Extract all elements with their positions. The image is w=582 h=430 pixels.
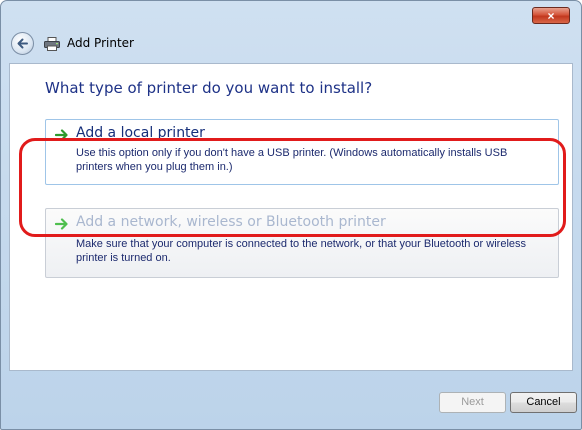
add-printer-window: × Add Printer What type of printer do yo…: [0, 0, 582, 430]
printer-icon: [44, 37, 60, 51]
next-button[interactable]: Next: [439, 392, 506, 413]
page-heading: What type of printer do you want to inst…: [45, 79, 373, 97]
close-icon: ×: [547, 9, 555, 23]
back-button[interactable]: [11, 32, 34, 55]
option-label: Add a network, wireless or Bluetooth pri…: [76, 214, 386, 230]
add-local-printer-option[interactable]: Add a local printer Use this option only…: [45, 119, 559, 185]
wizard-content: What type of printer do you want to inst…: [9, 63, 573, 371]
green-arrow-icon: [55, 129, 68, 141]
window-title: Add Printer: [67, 36, 134, 50]
add-network-printer-option[interactable]: Add a network, wireless or Bluetooth pri…: [45, 208, 559, 278]
green-arrow-icon: [55, 218, 68, 230]
cancel-button[interactable]: Cancel: [510, 392, 577, 413]
back-arrow-icon: [17, 38, 28, 49]
title-bar: × Add Printer: [1, 1, 581, 63]
close-button[interactable]: ×: [532, 7, 570, 24]
option-description: Use this option only if you don't have a…: [76, 147, 508, 173]
option-description: Make sure that your computer is connecte…: [76, 238, 527, 264]
option-label: Add a local printer: [76, 125, 205, 141]
